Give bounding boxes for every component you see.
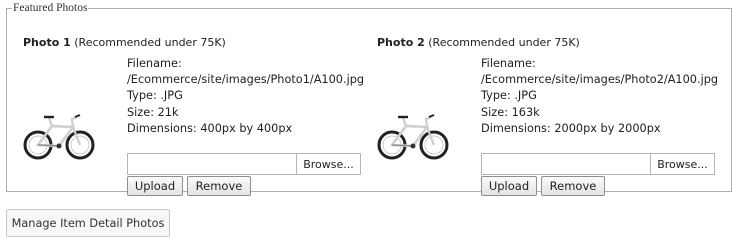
photo-2-heading: Photo 2 (Recommended under 75K) <box>377 36 580 49</box>
photo-2-file-input: Browse... <box>481 153 715 175</box>
photo-2-filename-label: Filename: <box>481 57 536 70</box>
photo-1-filename-label: Filename: <box>127 57 182 70</box>
photo-1-filename: /Ecommerce/site/images/Photo1/A100.jpg <box>127 73 365 87</box>
photo-2-filename: /Ecommerce/site/images/Photo2/A100.jpg <box>481 73 719 87</box>
photo-2-upload-button[interactable]: Upload <box>481 176 537 196</box>
photo-1-file-path-field[interactable] <box>128 154 298 174</box>
photo-2-title: Photo 2 <box>377 36 425 49</box>
photo-1-size: Size: 21k <box>127 105 179 119</box>
photo-1-dimensions: Dimensions: 400px by 400px <box>127 121 293 135</box>
photo-1-heading: Photo 1 (Recommended under 75K) <box>23 36 226 49</box>
photo-2-type: Type: .JPG <box>481 89 537 103</box>
photo-2-note: (Recommended under 75K) <box>428 36 580 49</box>
photo-1-file-input: Browse... <box>127 153 361 175</box>
photo-1-info: Filename: /Ecommerce/site/images/Photo1/… <box>127 56 364 137</box>
photo-2-remove-button[interactable]: Remove <box>541 176 605 196</box>
photo-2-size: Size: 163k <box>481 105 540 119</box>
photo-2-dimensions: Dimensions: 2000px by 2000px <box>481 121 661 135</box>
photo-2-info: Filename: /Ecommerce/site/images/Photo2/… <box>481 56 718 137</box>
photo-1-panel: Photo 1 (Recommended under 75K) Filename… <box>23 36 373 206</box>
featured-photos-legend: Featured Photos <box>13 2 88 14</box>
photo-2-panel: Photo 2 (Recommended under 75K) Filename… <box>377 36 727 206</box>
manage-item-detail-photos-button[interactable]: Manage Item Detail Photos <box>6 209 170 237</box>
photo-1-title: Photo 1 <box>23 36 71 49</box>
photo-1-browse-button[interactable]: Browse... <box>296 154 360 174</box>
photo-1-type: Type: .JPG <box>127 89 183 103</box>
bicycle-icon <box>23 114 95 160</box>
photo-2-file-path-field[interactable] <box>482 154 652 174</box>
photo-1-note: (Recommended under 75K) <box>74 36 226 49</box>
photo-1-upload-button[interactable]: Upload <box>127 176 183 196</box>
featured-photos-group: Featured Photos Photo 1 (Recommended und… <box>6 2 732 196</box>
photo-1-remove-button[interactable]: Remove <box>187 176 251 196</box>
bicycle-icon <box>377 114 449 160</box>
photo-2-browse-button[interactable]: Browse... <box>650 154 714 174</box>
